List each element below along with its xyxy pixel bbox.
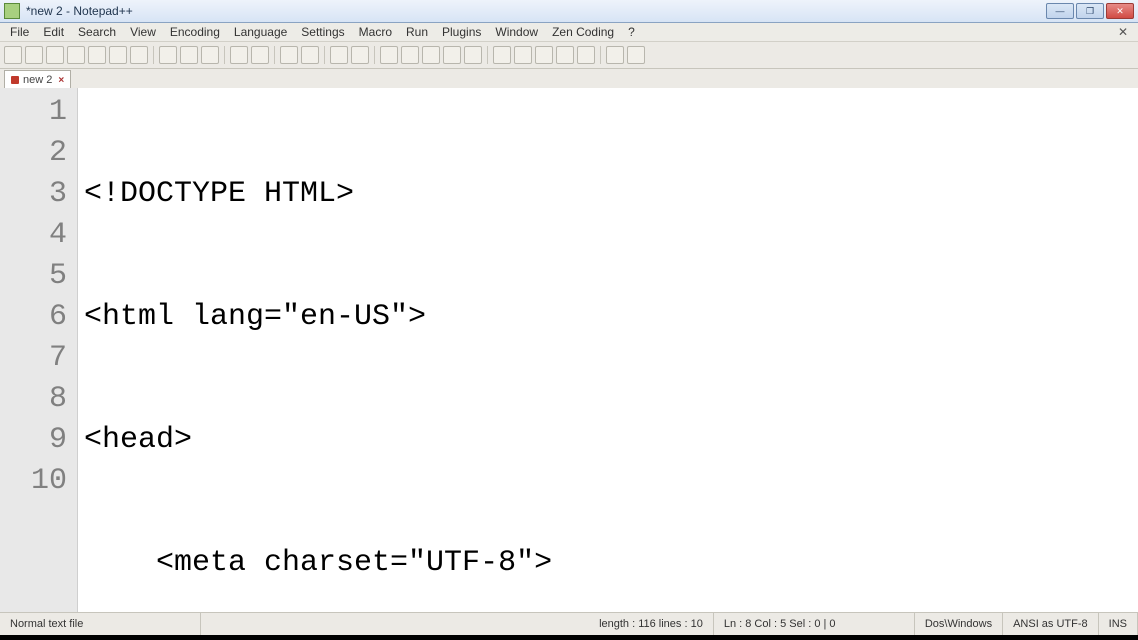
- indent-icon[interactable]: [443, 46, 461, 64]
- separator-icon: [274, 46, 275, 64]
- redo-icon[interactable]: [251, 46, 269, 64]
- userlang-icon[interactable]: [464, 46, 482, 64]
- separator-icon: [600, 46, 601, 64]
- menu-view[interactable]: View: [124, 24, 162, 40]
- code-line: <head>: [84, 420, 192, 461]
- open-icon[interactable]: [25, 46, 43, 64]
- separator-icon: [153, 46, 154, 64]
- replace-icon[interactable]: [301, 46, 319, 64]
- status-ins: INS: [1099, 613, 1138, 635]
- menu-search[interactable]: Search: [72, 24, 122, 40]
- status-encoding: ANSI as UTF-8: [1003, 613, 1099, 635]
- line-number: 2: [0, 133, 67, 174]
- editor: 1 2 3 4 5 6 7 8 9 10 <!DOCTYPE HTML> <ht…: [0, 88, 1138, 613]
- closeall-icon[interactable]: [109, 46, 127, 64]
- app-icon: [4, 3, 20, 19]
- window-controls: — ❐ ✕: [1046, 3, 1134, 19]
- code-line: <!DOCTYPE HTML>: [84, 174, 354, 215]
- status-position: Ln : 8 Col : 5 Sel : 0 | 0: [714, 613, 915, 635]
- menu-window[interactable]: Window: [489, 24, 544, 40]
- menu-language[interactable]: Language: [228, 24, 293, 40]
- menu-bar: File Edit Search View Encoding Language …: [0, 23, 1138, 42]
- mdi-close-icon[interactable]: ✕: [1112, 25, 1134, 39]
- menu-edit[interactable]: Edit: [37, 24, 70, 40]
- menu-run[interactable]: Run: [400, 24, 434, 40]
- extra1-icon[interactable]: [606, 46, 624, 64]
- line-number: 8: [0, 379, 67, 420]
- line-number: 1: [0, 92, 67, 133]
- allchars-icon[interactable]: [422, 46, 440, 64]
- line-number: 5: [0, 256, 67, 297]
- cut-icon[interactable]: [159, 46, 177, 64]
- menu-macro[interactable]: Macro: [353, 24, 398, 40]
- status-bar: Normal text file length : 116 lines : 10…: [0, 612, 1138, 635]
- line-number: 7: [0, 338, 67, 379]
- new-icon[interactable]: [4, 46, 22, 64]
- line-number-gutter: 1 2 3 4 5 6 7 8 9 10: [0, 88, 78, 613]
- letterbox-bottom: [0, 635, 1138, 640]
- line-number: 4: [0, 215, 67, 256]
- close-icon[interactable]: [88, 46, 106, 64]
- menu-help[interactable]: ?: [622, 24, 641, 40]
- copy-icon[interactable]: [180, 46, 198, 64]
- tab-strip: new 2 ×: [0, 69, 1138, 90]
- find-icon[interactable]: [280, 46, 298, 64]
- separator-icon: [324, 46, 325, 64]
- paste-icon[interactable]: [201, 46, 219, 64]
- code-area[interactable]: <!DOCTYPE HTML> <html lang="en-US"> <hea…: [78, 88, 1138, 613]
- separator-icon: [374, 46, 375, 64]
- undo-icon[interactable]: [230, 46, 248, 64]
- print-icon[interactable]: [130, 46, 148, 64]
- line-number: 9: [0, 420, 67, 461]
- playmulti-icon[interactable]: [556, 46, 574, 64]
- separator-icon: [224, 46, 225, 64]
- line-number: 6: [0, 297, 67, 338]
- menu-file[interactable]: File: [4, 24, 35, 40]
- zoomin-icon[interactable]: [330, 46, 348, 64]
- record-icon[interactable]: [493, 46, 511, 64]
- code-line: <html lang="en-US">: [84, 297, 426, 338]
- sync-icon[interactable]: [380, 46, 398, 64]
- unsaved-dot-icon: [11, 76, 19, 84]
- status-filetype: Normal text file: [0, 613, 201, 635]
- extra2-icon[interactable]: [627, 46, 645, 64]
- menu-settings[interactable]: Settings: [295, 24, 350, 40]
- save-icon[interactable]: [46, 46, 64, 64]
- code-line: <meta charset="UTF-8">: [84, 543, 552, 584]
- wrap-icon[interactable]: [401, 46, 419, 64]
- menu-plugins[interactable]: Plugins: [436, 24, 487, 40]
- title-bar[interactable]: *new 2 - Notepad++ — ❐ ✕: [0, 0, 1138, 23]
- zoomout-icon[interactable]: [351, 46, 369, 64]
- menu-zencoding[interactable]: Zen Coding: [546, 24, 620, 40]
- menu-encoding[interactable]: Encoding: [164, 24, 226, 40]
- tab-label: new 2: [23, 74, 52, 86]
- status-eol: Dos\Windows: [915, 613, 1003, 635]
- play-icon[interactable]: [535, 46, 553, 64]
- app-window: *new 2 - Notepad++ — ❐ ✕ File Edit Searc…: [0, 0, 1138, 640]
- close-button[interactable]: ✕: [1106, 3, 1134, 19]
- line-number: 10: [0, 461, 67, 502]
- stop-icon[interactable]: [514, 46, 532, 64]
- saveall-icon[interactable]: [67, 46, 85, 64]
- maximize-button[interactable]: ❐: [1076, 3, 1104, 19]
- tab-close-icon[interactable]: ×: [58, 75, 64, 86]
- minimize-button[interactable]: —: [1046, 3, 1074, 19]
- status-length: length : 116 lines : 10: [589, 613, 714, 635]
- tab-new2[interactable]: new 2 ×: [4, 70, 71, 89]
- line-number: 3: [0, 174, 67, 215]
- savemacro-icon[interactable]: [577, 46, 595, 64]
- toolbar: [0, 42, 1138, 69]
- separator-icon: [487, 46, 488, 64]
- window-title: *new 2 - Notepad++: [26, 4, 1046, 18]
